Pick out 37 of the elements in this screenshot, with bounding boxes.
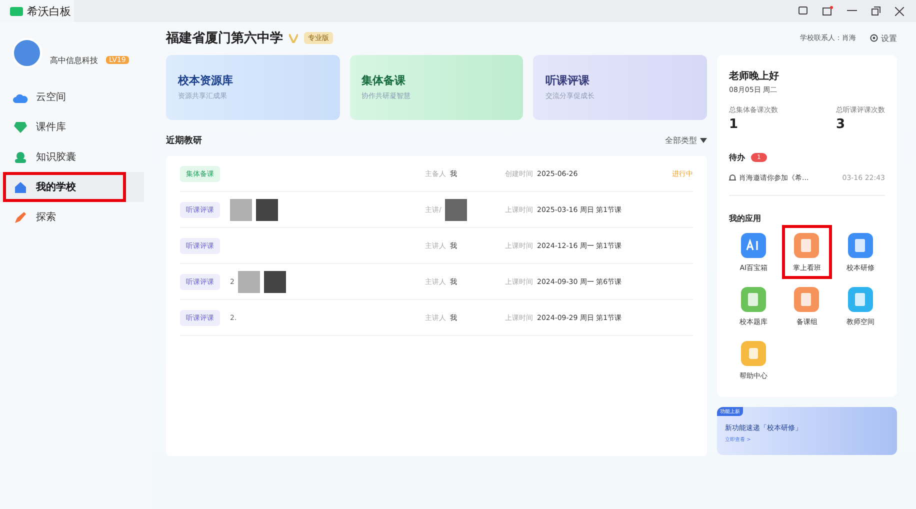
sidebar-label: 课件库: [36, 120, 66, 134]
school-name: 福建省厦门第六中学: [166, 30, 283, 47]
sidebar-label: 我的学校: [36, 180, 76, 194]
section-title: 近期教研: [166, 134, 202, 146]
sidebar-item[interactable]: 探索: [0, 202, 144, 232]
card-title: 听课评课: [545, 73, 590, 88]
app-logo-icon: [10, 6, 23, 16]
redaction-block: [264, 270, 286, 292]
window-title: 希沃白板: [27, 4, 71, 18]
restore-icon[interactable]: [871, 6, 881, 16]
sidebar-item[interactable]: 云空间: [0, 82, 144, 112]
sidebar-label: 云空间: [36, 90, 66, 104]
sidebar-item[interactable]: 知识胶囊: [0, 142, 144, 172]
card-title: 校本资源库: [178, 73, 234, 88]
house-icon: [13, 180, 28, 194]
stat-value: 1: [729, 117, 740, 132]
greeting: 老师晚上好: [729, 70, 780, 83]
settings-icon: [870, 34, 878, 42]
type-filter[interactable]: 全部类型: [665, 134, 707, 146]
apps-title: 我的应用: [729, 214, 761, 223]
redaction-block: [256, 198, 278, 220]
card-title: 集体备课: [362, 73, 407, 88]
bell-icon: [729, 174, 736, 182]
caret-icon: [700, 138, 707, 142]
settings-button[interactable]: 设置: [870, 32, 897, 44]
avatar[interactable]: [12, 38, 42, 68]
sidebar-label: 知识胶囊: [36, 150, 76, 164]
stat-value: 3: [836, 117, 846, 132]
sidebar-item[interactable]: 我的学校: [0, 172, 144, 202]
v-icon: [289, 34, 298, 42]
sidebar-label: 探索: [36, 210, 56, 224]
minimize-icon[interactable]: [847, 10, 857, 12]
todo-title: 待办: [729, 152, 745, 163]
redaction-block: [445, 198, 468, 220]
sidebar-item[interactable]: 课件库: [0, 112, 144, 142]
user-subject: 高中信息科技: [50, 54, 98, 66]
close-icon[interactable]: [895, 6, 904, 16]
